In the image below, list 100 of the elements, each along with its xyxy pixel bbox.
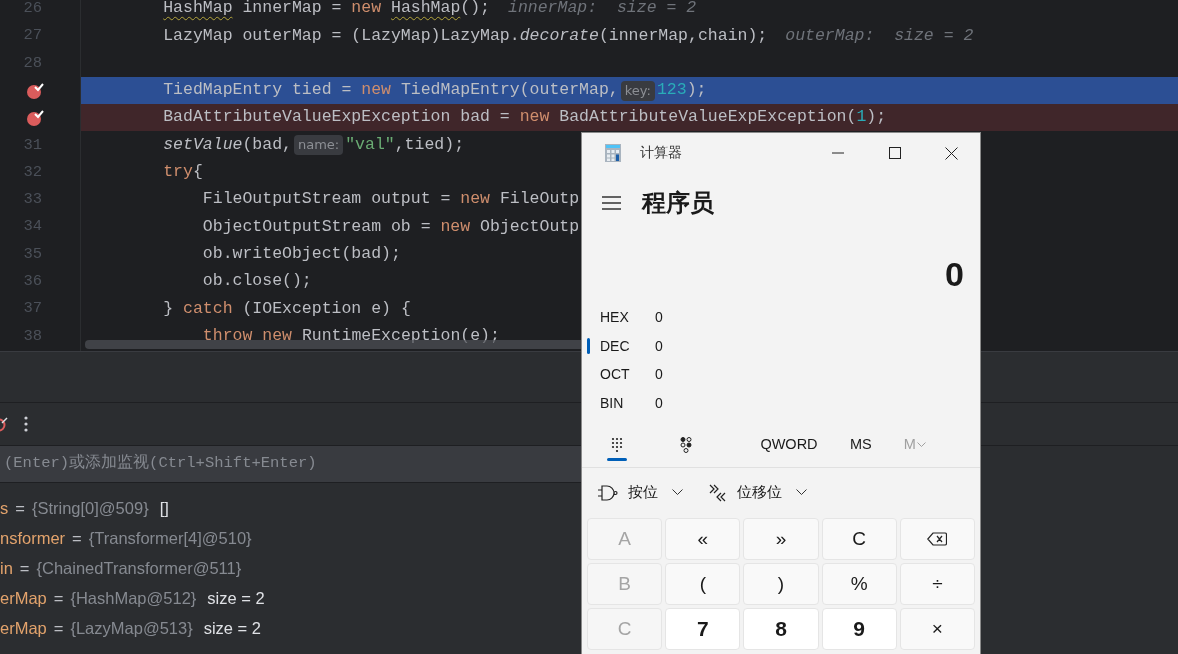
code-keyword: try — [163, 161, 193, 184]
dropdown-button[interactable]: 位移位 — [709, 467, 807, 518]
code-method: setValue — [163, 133, 243, 156]
key-button[interactable]: ( — [665, 562, 741, 605]
variable-value: {LazyMap@513} — [70, 617, 193, 639]
code-text: HashMap — [163, 0, 233, 20]
chevron-down-icon — [796, 489, 807, 497]
code-text: } — [163, 297, 175, 320]
code-keyword: throw — [202, 324, 253, 347]
key-button[interactable] — [899, 517, 975, 560]
variable-name: erMap — [0, 617, 47, 639]
radix-label[interactable]: OCT — [600, 364, 655, 386]
code-keyword: new — [460, 188, 490, 211]
display-value: 0 — [945, 253, 964, 295]
chevron-down-icon — [916, 442, 926, 449]
radix-value: 0 — [655, 393, 663, 413]
code-text: FileOutputStream output = — [202, 188, 452, 211]
maximize-icon — [888, 147, 901, 159]
radix-value: 0 — [655, 336, 663, 356]
dropdown-button[interactable]: 按位 — [598, 467, 683, 518]
radix-label[interactable]: DEC — [600, 335, 655, 357]
code-text: ); — [866, 106, 887, 129]
variable-value: {Transformer[4]@510} — [88, 527, 252, 549]
mode-title: 程序员 — [642, 188, 714, 218]
key-button[interactable]: ÷ — [899, 562, 975, 605]
key-button[interactable]: % — [821, 562, 897, 605]
code-text: HashMap — [391, 0, 461, 20]
code-text: ob.writeObject(bad); — [202, 242, 401, 265]
code-keyword: new — [351, 0, 382, 20]
breakpoint-icon[interactable] — [26, 81, 44, 100]
dots-icon — [679, 437, 692, 454]
radix-label[interactable]: HEX — [600, 306, 655, 328]
variable-name: erMap — [0, 587, 47, 609]
equals-sign: = — [72, 527, 82, 549]
shift-arrows-icon — [709, 483, 727, 502]
backspace-icon — [927, 531, 948, 546]
code-method: decorate — [519, 24, 599, 47]
code-text: (bad, — [242, 133, 292, 156]
code-text: ObjectOutp — [480, 215, 580, 238]
key-button[interactable]: « — [665, 517, 741, 560]
inline-value-hint: innerMap: size = 2 — [508, 0, 697, 20]
variable-summary: [] — [159, 497, 169, 519]
variable-name: s — [0, 497, 9, 519]
code-text: (IOException e) { — [242, 297, 411, 320]
radix-value: 0 — [655, 307, 663, 327]
code-keyword: new — [262, 324, 292, 347]
key-button[interactable]: ) — [743, 562, 819, 605]
equals-sign: = — [53, 587, 64, 609]
memory-button[interactable]: MS — [844, 429, 878, 462]
logic-gate-icon — [598, 484, 618, 501]
code-text: BadAttributeValueExpException( — [559, 106, 857, 129]
key-button[interactable]: 7 — [665, 607, 741, 650]
calculator-icon — [605, 144, 621, 162]
code-text: TiedMapEntry(outerMap, — [400, 79, 619, 102]
code-text: ob.close(); — [202, 270, 312, 293]
code-text: BadAttributeValueExpException bad = — [163, 106, 511, 129]
variable-name: nsformer — [0, 527, 66, 549]
variable-summary: size = 2 — [203, 617, 261, 639]
code-text: RuntimeException(e); — [301, 324, 500, 347]
parameter-hint: key: — [620, 80, 655, 101]
inline-value-hint: outerMap: size = 2 — [785, 24, 974, 47]
variable-value: {String[0]@509} — [31, 497, 149, 519]
variable-value: {HashMap@512} — [70, 587, 197, 609]
code-text: ,tied); — [394, 133, 465, 156]
code-keyword: new — [519, 106, 550, 129]
key-button[interactable]: C — [821, 517, 897, 560]
window-title: 计算器 — [640, 143, 682, 162]
close-icon — [945, 146, 958, 160]
minimize-icon — [831, 152, 844, 154]
code-text: { — [192, 161, 203, 184]
variable-summary: size = 2 — [207, 587, 265, 609]
code-text: ObjectOutputStream ob = — [202, 215, 432, 238]
key-button[interactable]: 9 — [821, 607, 897, 650]
equals-sign: = — [15, 497, 25, 519]
keypad-icon — [610, 437, 623, 454]
code-keyword: new — [440, 215, 471, 238]
code-text: (); — [460, 0, 490, 20]
radix-label[interactable]: BIN — [600, 392, 655, 414]
code-text: ); — [686, 79, 707, 102]
radix-value: 0 — [655, 365, 663, 385]
variable-name: in — [0, 557, 13, 579]
code-number: 123 — [656, 79, 687, 102]
code-text: (innerMap,chain); — [598, 24, 768, 47]
parameter-hint: name: — [293, 135, 344, 156]
equals-sign: = — [53, 617, 64, 639]
code-keyword: new — [361, 79, 391, 102]
chevron-down-icon — [672, 489, 683, 497]
code-keyword: catch — [183, 297, 233, 320]
menu-icon[interactable] — [602, 196, 621, 210]
key-button[interactable]: × — [899, 607, 975, 650]
equals-sign: = — [19, 557, 30, 579]
word-size-button[interactable]: QWORD — [754, 423, 824, 467]
code-text: LazyMap outerMap = (LazyMap)LazyMap. — [163, 24, 520, 47]
code-text: FileOutp — [499, 188, 580, 211]
key-button[interactable]: » — [743, 517, 819, 560]
key-button[interactable]: 8 — [743, 607, 819, 650]
code-string: "val" — [345, 133, 395, 156]
more-options-icon[interactable] — [24, 416, 28, 432]
code-number: 1 — [856, 106, 867, 129]
breakpoint-icon[interactable] — [26, 108, 44, 127]
